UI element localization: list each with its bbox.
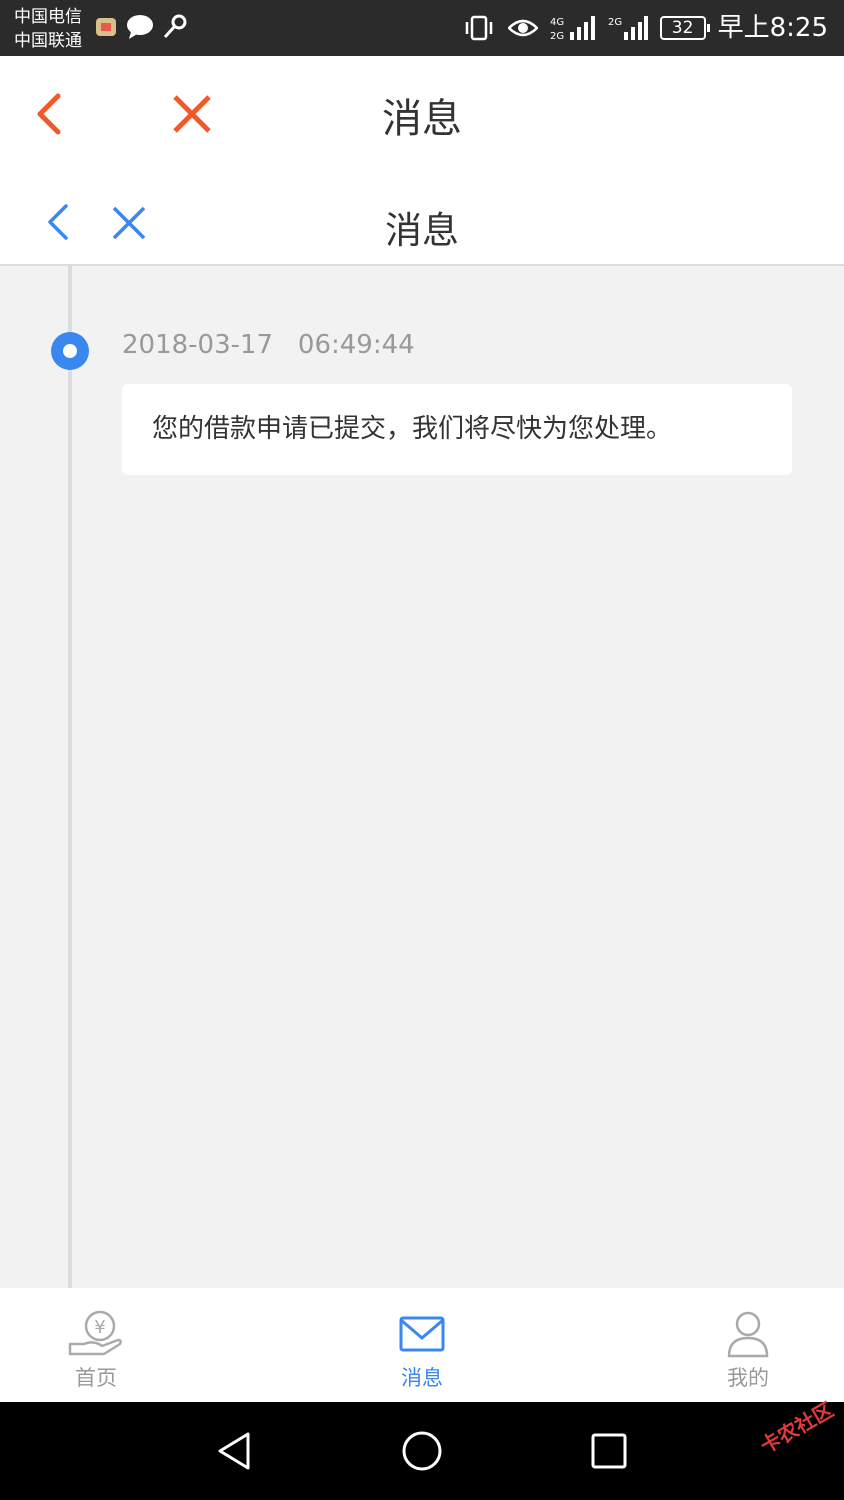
carrier-labels: 中国电信 中国联通 xyxy=(14,5,82,53)
tab-home[interactable]: ¥ 首页 xyxy=(16,1288,176,1402)
page-title: 消息 xyxy=(382,96,462,142)
key-icon xyxy=(163,14,187,39)
vibrate-icon xyxy=(465,15,492,41)
status-bar: 中国电信 中国联通 4G 2G 2G 32 早上8:25 xyxy=(0,0,844,56)
signal-4g-icon: 4G2G xyxy=(550,16,595,42)
message-date: 2018-03-17 xyxy=(122,330,274,360)
signal-2g-icon: 2G xyxy=(608,16,648,40)
carrier-2: 中国联通 xyxy=(14,31,82,51)
svg-text:2G: 2G xyxy=(608,17,622,28)
bottom-tab-bar: ¥ 首页 消息 我的 xyxy=(0,1288,844,1402)
svg-text:2G: 2G xyxy=(550,31,564,42)
carrier-1: 中国电信 xyxy=(14,7,82,27)
battery-indicator: 32 xyxy=(659,16,710,40)
tab-messages-label: 消息 xyxy=(401,1366,443,1390)
chat-icon xyxy=(127,15,153,39)
person-icon xyxy=(727,1311,769,1358)
tab-home-label: 首页 xyxy=(75,1366,117,1390)
message-card[interactable]: 您的借款申请已提交，我们将尽快为您处理。 xyxy=(122,384,792,475)
inner-header: 消息 xyxy=(0,170,844,266)
message-time: 06:49:44 xyxy=(297,330,415,360)
outer-header: 消息 xyxy=(0,56,844,170)
message-text: 您的借款申请已提交，我们将尽快为您处理。 xyxy=(152,414,673,444)
message-timestamp: 2018-03-17 06:49:44 xyxy=(122,330,415,360)
tab-profile[interactable]: 我的 xyxy=(668,1288,828,1402)
mail-icon xyxy=(399,1316,445,1352)
home-money-hand-icon: ¥ xyxy=(68,1310,122,1356)
svg-text:¥: ¥ xyxy=(94,1317,105,1338)
notification-icons xyxy=(94,14,188,40)
system-status: 4G 2G 2G 32 早上8:25 xyxy=(462,12,828,44)
svg-text:4G: 4G xyxy=(550,17,564,28)
inner-page-title: 消息 xyxy=(385,209,459,252)
tab-messages[interactable]: 消息 xyxy=(342,1288,502,1402)
nav-recents-icon[interactable] xyxy=(584,1426,634,1476)
tab-profile-label: 我的 xyxy=(727,1366,769,1390)
clock: 早上8:25 xyxy=(717,13,828,43)
timeline-dot-icon xyxy=(51,332,89,370)
system-nav-bar xyxy=(0,1402,844,1500)
nav-back-icon[interactable] xyxy=(210,1426,260,1476)
nav-home-icon[interactable] xyxy=(397,1426,447,1476)
app-notification-icon xyxy=(96,18,116,36)
eye-icon xyxy=(507,19,538,37)
timeline-line xyxy=(68,266,72,1288)
